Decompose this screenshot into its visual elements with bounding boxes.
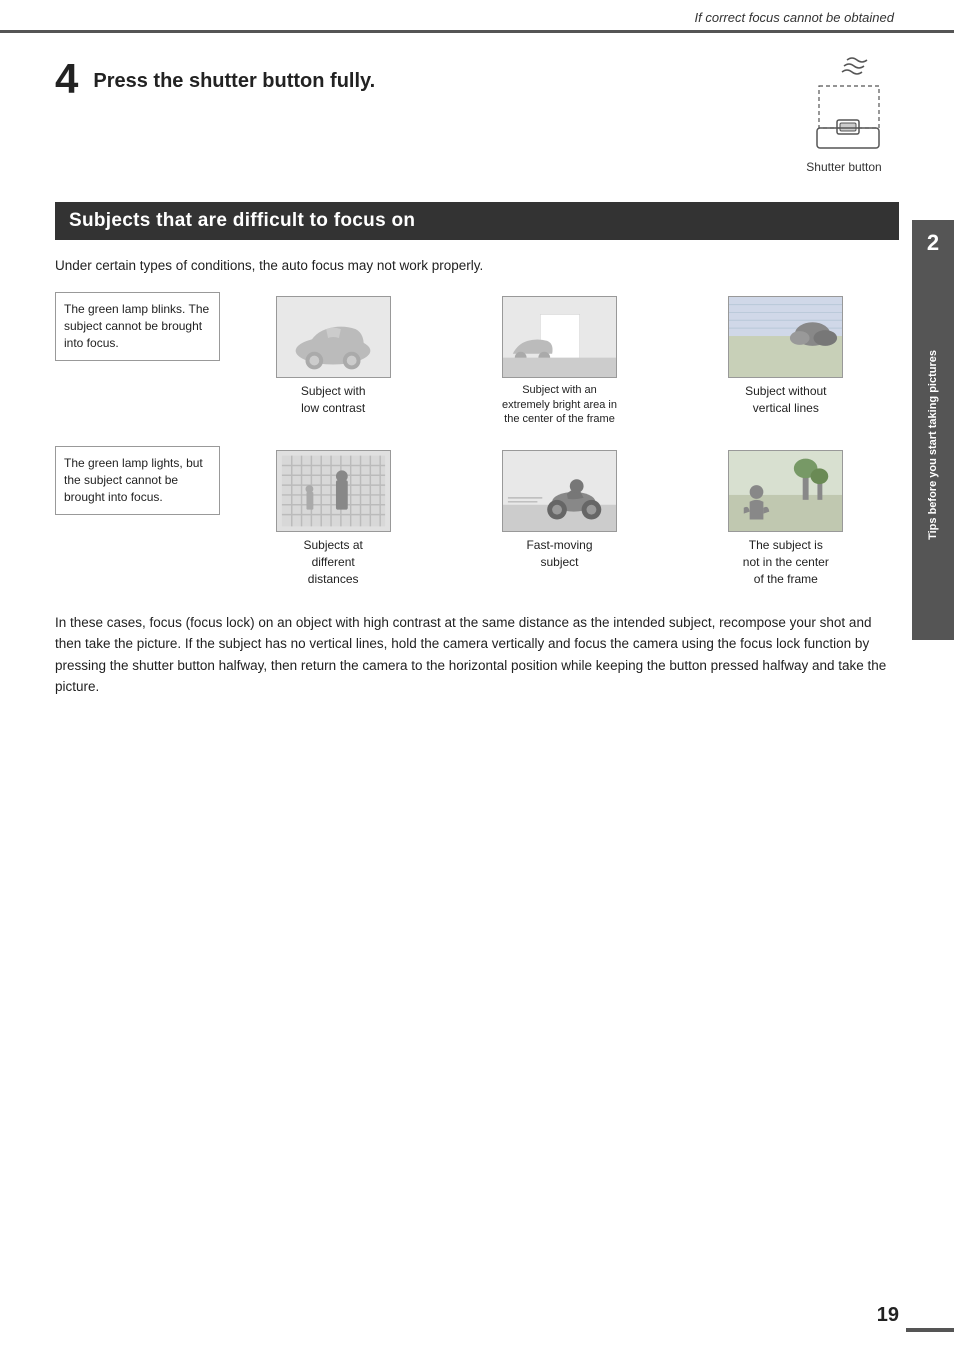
subject-label-low-contrast: Subject withlow contrast [301, 383, 366, 417]
shutter-svg [789, 48, 899, 158]
subject-item-bright-area: Subject with anextremely bright area int… [446, 292, 672, 430]
subject-item-low-contrast: Subject withlow contrast [220, 292, 446, 430]
header-text: If correct focus cannot be obtained [695, 10, 894, 25]
subject-label-off-center: The subject isnot in the centerof the fr… [743, 537, 829, 587]
section-title: Subjects that are difficult to focus on [69, 210, 415, 231]
main-content: 4 Press the shutter button fully. [55, 38, 899, 1307]
subject-img-off-center [728, 450, 843, 532]
page-container: If correct focus cannot be obtained 2 Ti… [0, 0, 954, 1357]
subject-label-different-distances: Subjects atdifferentdistances [303, 537, 362, 587]
subject-item-different-distances: Subjects atdifferentdistances [220, 446, 446, 591]
step-section: 4 Press the shutter button fully. [55, 58, 899, 174]
shutter-label: Shutter button [806, 160, 881, 174]
subject-label-no-vertical: Subject withoutvertical lines [745, 383, 826, 417]
step-number: 4 [55, 58, 78, 100]
subject-label-fast-moving: Fast-movingsubject [526, 537, 592, 571]
page-number: 19 [877, 1304, 899, 1327]
subject-img-fast-moving [502, 450, 617, 532]
subject-img-different-distances [276, 450, 391, 532]
page-number-bar [906, 1328, 954, 1332]
side-tab-text: Tips before you start taking pictures [926, 350, 940, 540]
side-tab: 2 Tips before you start taking pictures [912, 220, 954, 640]
subject-item-fast-moving: Fast-movingsubject [446, 446, 672, 591]
bottom-paragraph: In these cases, focus (focus lock) on an… [55, 612, 899, 698]
top-rule [0, 30, 954, 33]
section-header: Subjects that are difficult to focus on [55, 202, 899, 240]
side-tab-number: 2 [927, 230, 939, 256]
subject-label-bright-area: Subject with anextremely bright area int… [502, 383, 617, 426]
subject-img-low-contrast [276, 296, 391, 378]
subjects-grid-row1: The green lamp blinks. The subject canno… [55, 292, 899, 430]
intro-text: Under certain types of conditions, the a… [55, 256, 899, 276]
subject-img-bright-area [502, 296, 617, 378]
subject-item-no-vertical: Subject withoutvertical lines [673, 292, 899, 430]
green-lamp-lights-box: The green lamp lights, but the subject c… [55, 446, 220, 514]
subject-item-off-center: The subject isnot in the centerof the fr… [673, 446, 899, 591]
green-lamp-blinks-box: The green lamp blinks. The subject canno… [55, 292, 220, 360]
subjects-grid-row2: The green lamp lights, but the subject c… [55, 446, 899, 591]
step-text: Press the shutter button fully. [93, 58, 375, 93]
shutter-illustration: Shutter button [789, 48, 899, 174]
subject-img-no-vertical [728, 296, 843, 378]
